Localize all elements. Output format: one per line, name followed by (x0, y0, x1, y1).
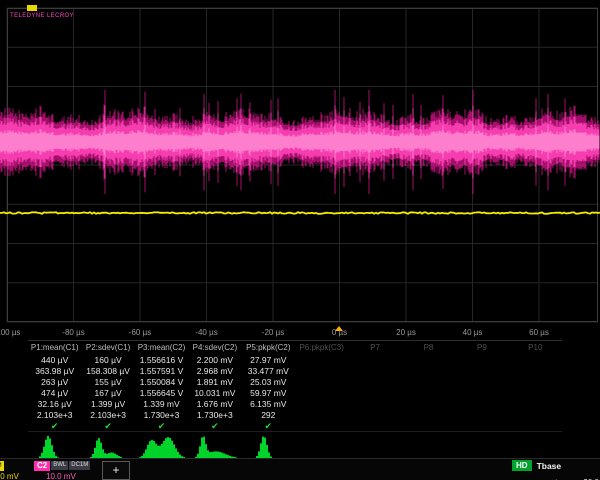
time-axis-label: 60 µs (529, 328, 549, 337)
measurement-value: 167 µV (81, 388, 134, 398)
waveform-canvas[interactable] (0, 0, 600, 326)
measurement-value: 6.135 mV (242, 399, 295, 409)
time-axis: -100 µs -80 µs -60 µs -40 µs -20 µs 0 µs 20 µs… (0, 326, 600, 340)
histicon (29, 434, 81, 458)
measurement-value: 1.399 µV (81, 399, 134, 409)
measurement-value: 158.308 µV (81, 366, 134, 376)
histicon-slot (81, 432, 134, 458)
time-axis-label: 40 µs (463, 328, 483, 337)
add-trace-button[interactable]: + (102, 461, 130, 480)
measurement-value: 160 µV (81, 355, 134, 365)
time-axis-label: -80 µs (62, 328, 84, 337)
measurement-value: 1.891 mV (188, 377, 241, 387)
measurement-value: 2.968 mV (188, 366, 241, 376)
time-axis-label: 0 µs (332, 328, 347, 337)
channel-c1-coupling-badge: DC1M (0, 461, 4, 471)
timebase-label: Tbase (537, 461, 562, 471)
measurement-value: 27.97 mV (242, 355, 295, 365)
measurement-header[interactable]: P2:sdev(C1) (81, 343, 134, 352)
measurement-header[interactable]: P4:sdev(C2) (188, 343, 241, 352)
measurement-value: 2.200 mV (188, 355, 241, 365)
histicon-row (28, 431, 562, 458)
histicon (189, 434, 241, 458)
measurement-header[interactable]: P6:pkpk(C3) (295, 343, 348, 352)
measurement-value: 1.556616 V (135, 355, 188, 365)
channel-c2-label: C2 (34, 461, 50, 471)
histicon-slot (295, 432, 348, 458)
measurement-value: 363.98 µV (28, 366, 81, 376)
measurement-value: 10.031 mV (188, 388, 241, 398)
trigger-indicator-chip (27, 5, 37, 11)
time-axis-label: -20 µs (262, 328, 284, 337)
measurement-value: 32.16 µV (28, 399, 81, 409)
measurement-value: 59.97 mV (242, 388, 295, 398)
measurement-header[interactable]: P10 (509, 343, 562, 352)
measurement-value: 33.477 mV (242, 366, 295, 376)
histicon (242, 434, 294, 458)
histicon-slot (509, 432, 562, 458)
measurement-value: 1.557591 V (135, 366, 188, 376)
measurement-header[interactable]: P5:pkpk(C2) (242, 343, 295, 352)
hd-mode-badge: HD (512, 460, 532, 471)
time-axis-label: -60 µs (129, 328, 151, 337)
histicon-slot (242, 432, 295, 458)
status-bar: C1 DC1M 50.0 mV C2 BWL DC1M 10.0 mV + HD… (0, 458, 600, 480)
measurement-table: P1:mean(C1)P2:sdev(C1)P3:mean(C2)P4:sdev… (28, 340, 562, 433)
histicon-slot (402, 432, 455, 458)
histicon-slot (348, 432, 401, 458)
measurement-value: 1.550084 V (135, 377, 188, 387)
channel-c2-scale: 10.0 mV (46, 472, 90, 480)
channel-descriptor-c2[interactable]: C2 BWL DC1M 10.0 mV (34, 460, 90, 480)
measurement-header[interactable]: P7 (348, 343, 401, 352)
oscilloscope-screen: TELEDYNE LECROY -100 µs -80 µs -60 µs -40 µ… (0, 0, 600, 480)
measurement-value: 155 µV (81, 377, 134, 387)
measurement-value: 440 µV (28, 355, 81, 365)
measurement-header[interactable]: P3:mean(C2) (135, 343, 188, 352)
time-axis-label: -100 µs (0, 328, 20, 337)
histicon-slot (28, 432, 81, 458)
measurement-value: 1.730e+3 (135, 410, 188, 420)
histicon (135, 434, 187, 458)
measurement-value: 263 µV (28, 377, 81, 387)
measurement-value: 292 (242, 410, 295, 420)
measurement-value: 1.556645 V (135, 388, 188, 398)
measurement-header[interactable]: P8 (402, 343, 455, 352)
measurement-value: 1.339 mV (135, 399, 188, 409)
measurement-header[interactable]: P9 (455, 343, 508, 352)
measurement-header[interactable]: P1:mean(C1) (28, 343, 81, 352)
measurement-value: 474 µV (28, 388, 81, 398)
measurement-value: 1.676 mV (188, 399, 241, 409)
channel-c2-bwl-badge: BWL (51, 461, 68, 470)
histicon-slot (455, 432, 508, 458)
measurement-value: 25.03 mV (242, 377, 295, 387)
brand-text: TELEDYNE LECROY (10, 13, 74, 19)
time-axis-label: 20 µs (396, 328, 416, 337)
histicon (82, 434, 134, 458)
histicon-slot (188, 432, 241, 458)
measurement-value: 1.730e+3 (188, 410, 241, 420)
measurement-value: 2.103e+3 (28, 410, 81, 420)
channel-c2-coupling-badge: DC1M (69, 461, 90, 470)
measurement-value: 2.103e+3 (81, 410, 134, 420)
timebase-descriptor[interactable]: HD Tbase 13 Bits 20.0 µs/div (512, 460, 600, 480)
waveform-display[interactable]: TELEDYNE LECROY (0, 0, 600, 326)
time-axis-label: -40 µs (195, 328, 217, 337)
histicon-slot (135, 432, 188, 458)
